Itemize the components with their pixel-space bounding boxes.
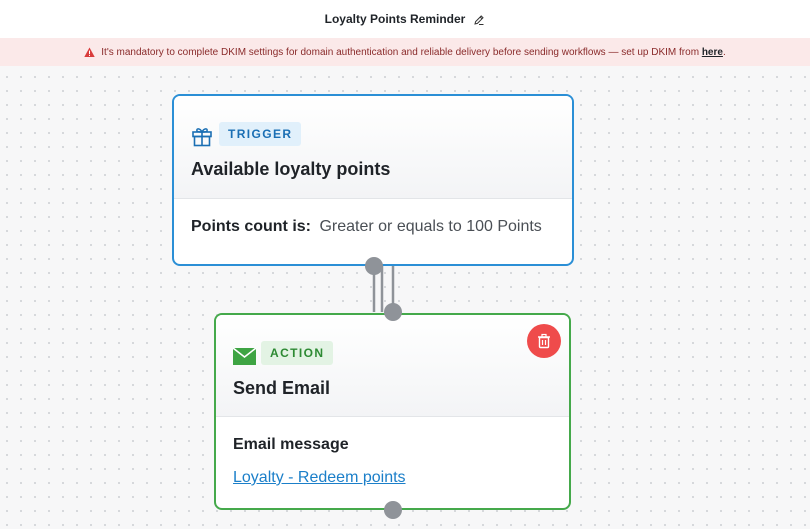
action-input-handle[interactable]	[384, 303, 402, 321]
action-output-handle[interactable]	[384, 501, 402, 519]
connector-handles	[365, 257, 402, 519]
trigger-output-handle[interactable]	[365, 257, 383, 275]
